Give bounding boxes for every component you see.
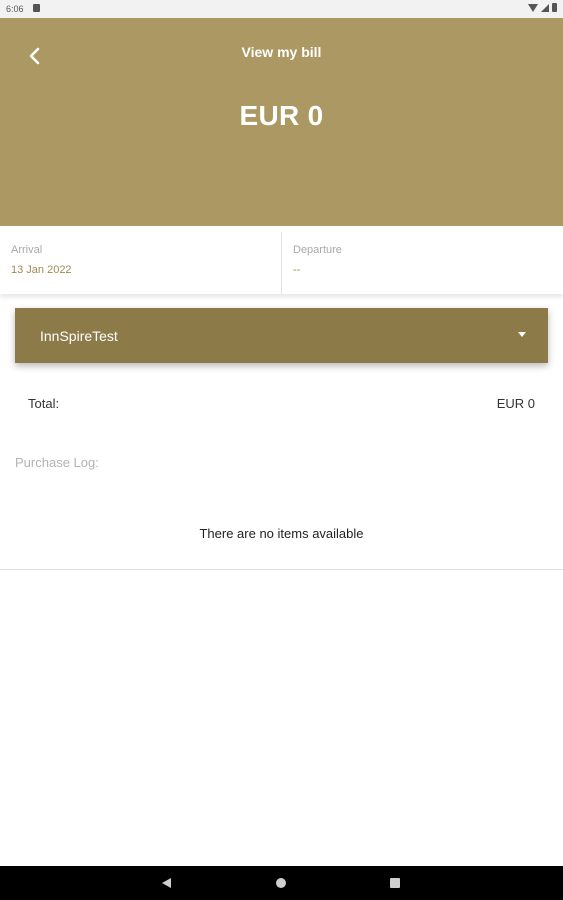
departure-date: Departure --	[282, 232, 563, 294]
property-selected-label: InnSpireTest	[40, 328, 118, 344]
total-label: Total:	[28, 396, 60, 411]
arrival-date: Arrival 13 Jan 2022	[0, 232, 282, 294]
status-icons	[528, 3, 557, 12]
signal-icon	[541, 3, 549, 12]
nav-recents-icon[interactable]	[390, 878, 400, 888]
status-bar: 6:06	[0, 0, 563, 18]
nav-back-icon[interactable]	[162, 878, 171, 888]
purchase-log-label: Purchase Log:	[15, 455, 99, 470]
page-title: View my bill	[241, 44, 322, 60]
system-nav-bar	[0, 866, 563, 900]
nav-home-icon[interactable]	[276, 878, 286, 888]
total-value: EUR 0	[496, 396, 535, 411]
wifi-icon	[528, 3, 538, 12]
divider	[0, 569, 563, 570]
departure-label: Departure	[293, 244, 342, 256]
arrival-value: 13 Jan 2022	[11, 264, 72, 276]
empty-state-message: There are no items available	[199, 526, 364, 541]
property-dropdown[interactable]: InnSpireTest	[15, 308, 548, 363]
departure-value: --	[293, 264, 301, 276]
arrival-label: Arrival	[11, 244, 43, 256]
battery-icon	[552, 3, 557, 12]
stay-dates-card: Arrival 13 Jan 2022 Departure --	[0, 232, 563, 294]
bill-amount: EUR 0	[239, 100, 324, 131]
bill-header: View my bill EUR 0	[0, 18, 563, 226]
status-time: 6:06	[6, 4, 24, 14]
caret-down-icon	[518, 332, 526, 337]
notification-icon	[33, 4, 40, 12]
